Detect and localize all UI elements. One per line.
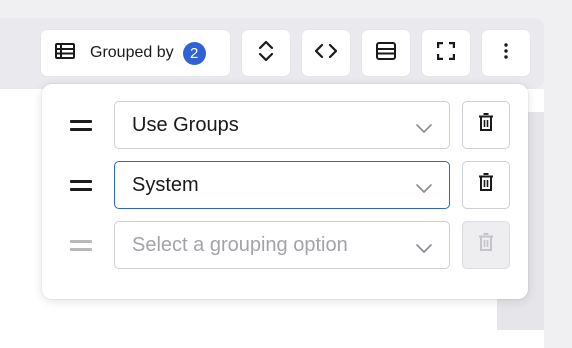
drag-handle-icon[interactable] bbox=[70, 180, 92, 191]
group-count-badge: 2 bbox=[182, 41, 206, 65]
grouping-select[interactable]: Use Groups bbox=[114, 101, 450, 149]
drag-handle-icon[interactable] bbox=[70, 120, 92, 131]
code-icon bbox=[314, 43, 338, 63]
chevron-down-icon bbox=[415, 238, 433, 253]
delete-group-button[interactable] bbox=[462, 161, 510, 209]
grouping-select-empty[interactable]: Select a grouping option bbox=[114, 221, 450, 269]
grouping-select-placeholder: Select a grouping option bbox=[132, 233, 348, 256]
grouping-select-value: Use Groups bbox=[132, 113, 239, 136]
grouping-row-empty: Select a grouping option bbox=[42, 221, 528, 269]
more-icon bbox=[504, 42, 508, 64]
row-density-button[interactable] bbox=[362, 30, 410, 76]
more-options-button[interactable] bbox=[482, 30, 530, 76]
grouped-by-label: Grouped by bbox=[90, 44, 174, 61]
grouping-select-value: System bbox=[132, 173, 199, 196]
trash-icon bbox=[478, 233, 494, 257]
trash-icon bbox=[478, 173, 494, 197]
grouping-row: Use Groups bbox=[42, 101, 528, 149]
grouped-by-button[interactable]: Grouped by 2 bbox=[41, 30, 230, 76]
grouping-row: System bbox=[42, 161, 528, 209]
table-icon bbox=[55, 42, 75, 64]
code-button[interactable] bbox=[302, 30, 350, 76]
chevron-down-icon bbox=[415, 118, 433, 133]
trash-icon bbox=[478, 113, 494, 137]
fullscreen-button[interactable] bbox=[422, 30, 470, 76]
delete-group-button-disabled bbox=[462, 221, 510, 269]
grouping-popover: Use Groups System Select a grouping opti… bbox=[42, 84, 528, 299]
sort-icon bbox=[258, 40, 274, 67]
rows-icon bbox=[376, 41, 396, 65]
drag-handle-icon bbox=[70, 240, 92, 251]
grouping-select[interactable]: System bbox=[114, 161, 450, 209]
fullscreen-icon bbox=[436, 41, 456, 65]
chevron-down-icon bbox=[415, 178, 433, 193]
sort-button[interactable] bbox=[242, 30, 290, 76]
delete-group-button[interactable] bbox=[462, 101, 510, 149]
